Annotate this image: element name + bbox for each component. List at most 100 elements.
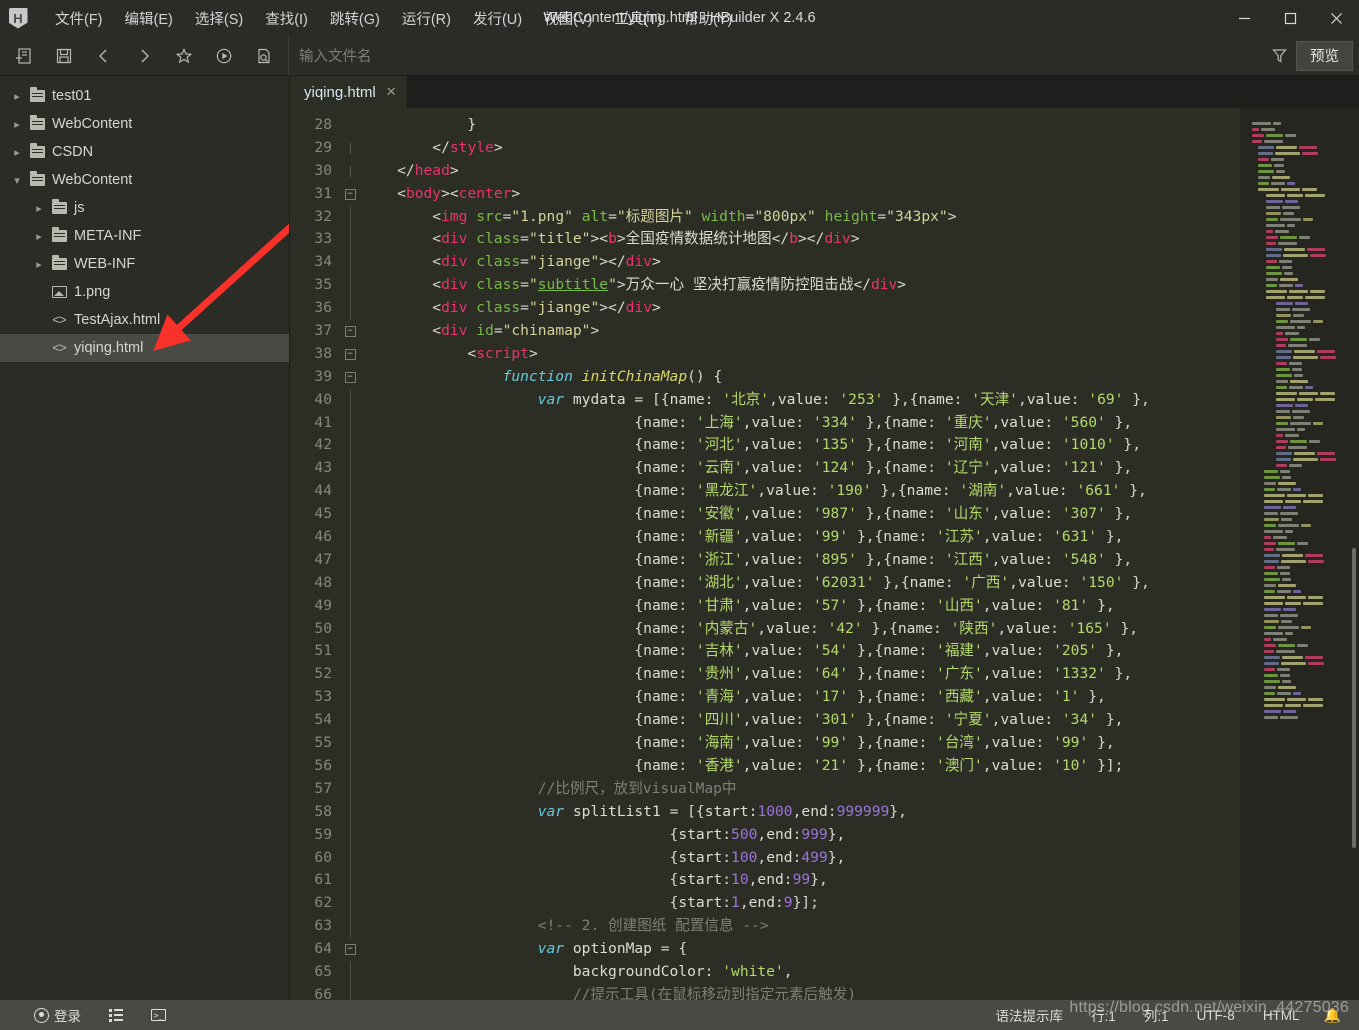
language-mode-indicator[interactable]: HTML <box>1249 1000 1314 1030</box>
tree-item-meta-inf[interactable]: ▸ META-INF <box>0 222 289 250</box>
code-line[interactable]: backgroundColor: 'white', <box>362 961 1240 984</box>
filename-input[interactable]: 输入文件名 <box>288 35 1262 76</box>
menu-publish[interactable]: 发行(U) <box>462 4 533 33</box>
fold-toggle-icon[interactable]: − <box>338 366 362 389</box>
code-editor[interactable]: 28 29 30 31 32 33 34 35 36 37 38 39 40 41 42 43 44 45 46 47… <box>290 108 1240 1000</box>
code-line[interactable]: {start:100,end:499}, <box>362 847 1240 870</box>
code-line[interactable]: <div class="jiange"></div> <box>362 251 1240 274</box>
code-line[interactable]: {name: '云南',value: '124' },{name: '辽宁',v… <box>362 457 1240 480</box>
back-arrow-icon[interactable] <box>84 39 124 73</box>
code-line[interactable]: {start:1,end:9}]; <box>362 892 1240 915</box>
fold-toggle-icon[interactable]: − <box>338 183 362 206</box>
fold-toggle-icon[interactable]: − <box>338 320 362 343</box>
chevron-down-icon[interactable]: ▾ <box>8 174 26 187</box>
code-line[interactable]: var optionMap = { <box>362 938 1240 961</box>
tree-item-webcontent[interactable]: ▾ WebContent <box>0 166 289 194</box>
code-line[interactable]: <div id="chinamap"> <box>362 320 1240 343</box>
code-line[interactable]: {name: '青海',value: '17' },{name: '西藏',va… <box>362 686 1240 709</box>
terminal-button[interactable]: >_ <box>137 1000 180 1030</box>
forward-arrow-icon[interactable] <box>124 39 164 73</box>
menu-select[interactable]: 选择(S) <box>184 4 254 33</box>
code-line[interactable]: {name: '香港',value: '21' },{name: '澳门',va… <box>362 755 1240 778</box>
chevron-right-icon[interactable]: ▸ <box>30 202 48 215</box>
chevron-right-icon[interactable]: ▸ <box>8 90 26 103</box>
code-line[interactable]: <div class="title"><b>全国疫情数据统计地图</b></di… <box>362 228 1240 251</box>
code-line[interactable]: {name: '甘肃',value: '57' },{name: '山西',va… <box>362 595 1240 618</box>
code-line[interactable]: <img src="1.png" alt="标题图片" width="800px… <box>362 206 1240 229</box>
code-line[interactable]: </style> <box>362 137 1240 160</box>
menu-run[interactable]: 运行(R) <box>391 4 462 33</box>
tree-item-test01[interactable]: ▸ test01 <box>0 82 289 110</box>
menu-find[interactable]: 查找(I) <box>254 4 319 33</box>
code-line[interactable]: {name: '湖北',value: '62031' },{name: '广西'… <box>362 572 1240 595</box>
code-line[interactable]: {name: '上海',value: '334' },{name: '重庆',v… <box>362 412 1240 435</box>
chevron-right-icon[interactable]: ▸ <box>30 258 48 271</box>
menu-tools[interactable]: 工具(T) <box>603 4 673 33</box>
star-icon[interactable] <box>164 39 204 73</box>
menu-help[interactable]: 帮助(Y) <box>673 4 743 33</box>
menu-goto[interactable]: 跳转(G) <box>319 4 391 33</box>
save-icon[interactable] <box>44 39 84 73</box>
chevron-right-icon[interactable]: ▸ <box>8 118 26 131</box>
tree-item-webcontent[interactable]: ▸ WebContent <box>0 110 289 138</box>
code-line[interactable]: <!-- 2. 创建图纸 配置信息 --> <box>362 915 1240 938</box>
code-fold-gutter[interactable]: − − − − − <box>338 108 362 1000</box>
tree-item-testajax-html[interactable]: <> TestAjax.html <box>0 306 289 334</box>
tree-item-yiqing-html[interactable]: <> yiqing.html <box>0 334 289 362</box>
code-line[interactable]: <script> <box>362 343 1240 366</box>
new-file-icon[interactable] <box>4 39 44 73</box>
cursor-line-indicator[interactable]: 行:1 <box>1077 1000 1130 1030</box>
tree-item-csdn[interactable]: ▸ CSDN <box>0 138 289 166</box>
code-line[interactable]: {start:500,end:999}, <box>362 824 1240 847</box>
code-line[interactable]: //提示工具(在鼠标移动到指定元素后触发) <box>362 984 1240 1000</box>
tree-item-1-png[interactable]: 1.png <box>0 278 289 306</box>
preview-button[interactable]: 预览 <box>1296 40 1353 71</box>
code-line[interactable]: {name: '新疆',value: '99' },{name: '江苏',va… <box>362 526 1240 549</box>
code-line[interactable]: {name: '安徽',value: '987' },{name: '山东',v… <box>362 503 1240 526</box>
menu-view[interactable]: 视图(V) <box>533 4 603 33</box>
run-icon[interactable] <box>204 39 244 73</box>
tree-item-js[interactable]: ▸ js <box>0 194 289 222</box>
minimize-button[interactable] <box>1221 0 1267 36</box>
fold-toggle-icon[interactable]: − <box>338 343 362 366</box>
code-line[interactable]: {name: '浙江',value: '895' },{name: '江西',v… <box>362 549 1240 572</box>
code-line[interactable]: <div class="jiange"></div> <box>362 297 1240 320</box>
code-line[interactable]: function initChinaMap() { <box>362 366 1240 389</box>
code-minimap[interactable] <box>1240 108 1359 1000</box>
minimap-viewport-thumb[interactable] <box>1352 548 1356 848</box>
code-line[interactable]: </head> <box>362 160 1240 183</box>
code-line[interactable]: //比例尺，放到visualMap中 <box>362 778 1240 801</box>
cursor-column-indicator[interactable]: 列:1 <box>1130 1000 1183 1030</box>
funnel-icon[interactable] <box>1262 39 1296 73</box>
outline-list-button[interactable] <box>95 1000 137 1030</box>
tab-close-icon[interactable]: ✕ <box>386 84 397 100</box>
code-line[interactable]: } <box>362 114 1240 137</box>
code-line[interactable]: var splitList1 = [{start:1000,end:999999… <box>362 801 1240 824</box>
syntax-library-button[interactable]: 语法提示库 <box>982 1000 1078 1030</box>
code-line[interactable]: {name: '四川',value: '301' },{name: '宁夏',v… <box>362 709 1240 732</box>
chevron-right-icon[interactable]: ▸ <box>8 146 26 159</box>
code-line[interactable]: var mydata = [{name: '北京',value: '253' }… <box>362 389 1240 412</box>
file-search-icon[interactable] <box>244 39 284 73</box>
code-line[interactable]: <body><center> <box>362 183 1240 206</box>
encoding-indicator[interactable]: UTF-8 <box>1183 1000 1249 1030</box>
menu-edit[interactable]: 编辑(E) <box>114 4 184 33</box>
code-content[interactable]: } </style> </head> <body><center> <img s… <box>362 108 1240 1000</box>
code-line[interactable]: {name: '河北',value: '135' },{name: '河南',v… <box>362 434 1240 457</box>
tab-yiqing-html[interactable]: yiqing.html ✕ <box>290 76 407 108</box>
close-button[interactable] <box>1313 0 1359 36</box>
code-line[interactable]: {name: '贵州',value: '64' },{name: '广东',va… <box>362 663 1240 686</box>
chevron-right-icon[interactable]: ▸ <box>30 230 48 243</box>
tree-item-web-inf[interactable]: ▸ WEB-INF <box>0 250 289 278</box>
code-line[interactable]: <div class="subtitle">万众一心 坚决打赢疫情防控阻击战</… <box>362 274 1240 297</box>
bell-icon[interactable]: 🔔 <box>1314 1007 1351 1024</box>
login-button[interactable]: 登录 <box>20 1000 95 1030</box>
code-line[interactable]: {name: '内蒙古',value: '42' },{name: '陕西',v… <box>362 618 1240 641</box>
code-line[interactable]: {start:10,end:99}, <box>362 869 1240 892</box>
code-line[interactable]: {name: '海南',value: '99' },{name: '台湾',va… <box>362 732 1240 755</box>
fold-toggle-icon[interactable]: − <box>338 938 362 961</box>
code-line[interactable]: {name: '黑龙江',value: '190' },{name: '湖南',… <box>362 480 1240 503</box>
menu-file[interactable]: 文件(F) <box>44 4 114 33</box>
maximize-button[interactable] <box>1267 0 1313 36</box>
code-line[interactable]: {name: '吉林',value: '54' },{name: '福建',va… <box>362 640 1240 663</box>
